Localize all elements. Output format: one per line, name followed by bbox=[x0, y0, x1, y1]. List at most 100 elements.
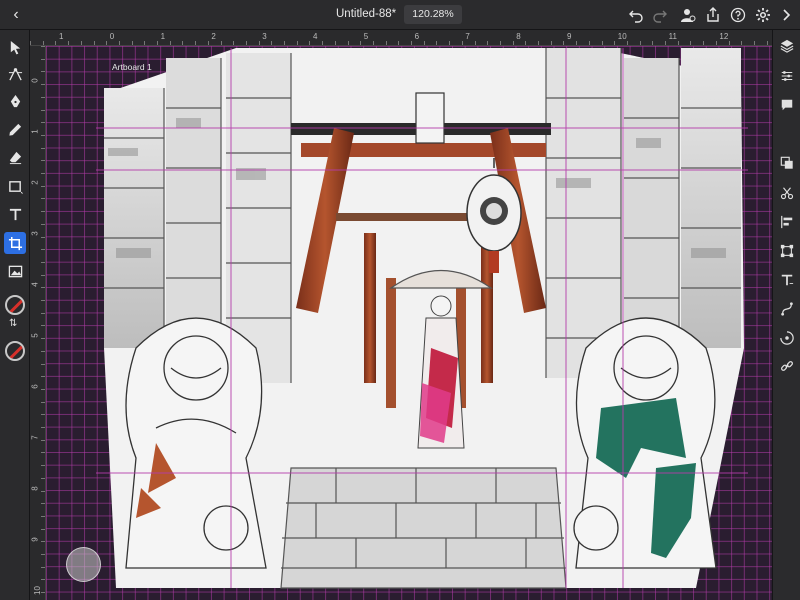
place-image-icon[interactable] bbox=[4, 260, 26, 282]
ruler-tick bbox=[652, 41, 654, 45]
ruler-label: 11 bbox=[668, 32, 677, 41]
ruler-tick bbox=[322, 41, 324, 45]
top-bar: ‹ Untitled-88* 120.28% bbox=[0, 0, 800, 30]
ruler-tick bbox=[41, 401, 45, 403]
pencil-tool-icon[interactable] bbox=[4, 118, 26, 140]
ruler-tick bbox=[512, 41, 514, 45]
repeat-grid-icon[interactable] bbox=[778, 329, 796, 347]
node-tool-icon[interactable] bbox=[4, 63, 26, 85]
duplicate-icon[interactable] bbox=[778, 154, 796, 172]
comments-icon[interactable] bbox=[778, 96, 796, 114]
link-icon[interactable] bbox=[778, 357, 796, 375]
ruler-tick bbox=[41, 388, 45, 390]
swap-colors-icon[interactable]: ⇅ bbox=[9, 318, 17, 329]
ruler-tick bbox=[461, 41, 463, 45]
ruler-tick bbox=[41, 363, 45, 365]
ruler-tick bbox=[614, 41, 616, 45]
vertical-ruler[interactable]: 0 1 2 3 4 5 6 7 8 9 10 bbox=[30, 46, 46, 600]
fill-color-swatch[interactable] bbox=[5, 295, 25, 315]
collapse-panel-icon[interactable] bbox=[776, 5, 796, 25]
left-toolbar: ⇅ bbox=[0, 30, 30, 600]
ruler-tick bbox=[157, 41, 158, 45]
ruler-tick bbox=[41, 528, 45, 530]
ruler-tick bbox=[41, 96, 45, 98]
ruler-tick bbox=[499, 41, 501, 45]
help-icon[interactable] bbox=[728, 5, 748, 25]
artboard-label[interactable]: Artboard 1 bbox=[112, 62, 152, 72]
path-curve-icon[interactable] bbox=[778, 300, 796, 318]
ruler-tick bbox=[42, 41, 44, 45]
text-properties-icon[interactable] bbox=[778, 271, 796, 289]
stone-stairs bbox=[280, 467, 567, 589]
ruler-tick bbox=[41, 477, 45, 479]
ruler-label: 5 bbox=[363, 32, 369, 41]
eraser-tool-icon[interactable] bbox=[4, 146, 26, 168]
ruler-tick bbox=[80, 41, 82, 45]
rectangle-shape-icon[interactable] bbox=[4, 175, 26, 197]
ruler-tick bbox=[41, 84, 45, 86]
zoom-level[interactable]: 120.28% bbox=[404, 5, 462, 24]
type-tool-icon[interactable] bbox=[4, 203, 26, 225]
horizontal-ruler[interactable]: 1 0 1 2 3 4 5 6 7 8 9 10 11 12 bbox=[30, 30, 772, 46]
ruler-tick bbox=[41, 515, 45, 517]
ruler-tick bbox=[41, 338, 45, 340]
ruler-label: 1 bbox=[59, 32, 64, 41]
artwork-shrine-illustration[interactable] bbox=[96, 48, 748, 589]
ruler-tick bbox=[131, 41, 133, 45]
ruler-label: 0 bbox=[30, 78, 40, 83]
ruler-tick bbox=[41, 566, 45, 568]
ruler-label: 4 bbox=[30, 282, 40, 287]
ruler-tick bbox=[68, 41, 70, 45]
ruler-tick bbox=[41, 160, 45, 162]
redo-icon[interactable] bbox=[650, 5, 670, 25]
ruler-tick bbox=[284, 41, 285, 45]
ruler-tick bbox=[41, 579, 45, 581]
undo-icon[interactable] bbox=[626, 5, 646, 25]
export-icon[interactable] bbox=[703, 5, 723, 25]
ruler-tick bbox=[563, 41, 565, 45]
share-user-icon[interactable] bbox=[678, 5, 698, 25]
ruler-tick bbox=[449, 41, 451, 45]
ruler-label: 1 bbox=[30, 129, 40, 134]
ruler-tick bbox=[41, 287, 45, 289]
ruler-tick bbox=[41, 312, 45, 314]
ruler-label: 3 bbox=[262, 32, 267, 41]
ruler-tick bbox=[93, 41, 95, 45]
stroke-color-swatch[interactable] bbox=[5, 341, 25, 361]
ruler-tick bbox=[41, 554, 45, 555]
ruler-tick bbox=[41, 376, 45, 378]
quick-shortcut-button[interactable] bbox=[66, 547, 101, 582]
settings-gear-icon[interactable] bbox=[753, 5, 773, 25]
ruler-tick bbox=[309, 41, 311, 45]
ruler-tick bbox=[41, 134, 45, 136]
cut-scissors-icon[interactable] bbox=[778, 184, 796, 202]
ruler-tick bbox=[525, 41, 527, 45]
ruler-tick bbox=[41, 503, 45, 505]
pen-tool-icon[interactable] bbox=[4, 90, 26, 112]
ruler-tick bbox=[41, 325, 45, 327]
ruler-label: 2 bbox=[211, 32, 216, 41]
ruler-tick bbox=[41, 249, 45, 251]
align-icon[interactable] bbox=[778, 213, 796, 231]
properties-sliders-icon[interactable] bbox=[778, 67, 796, 85]
ruler-label: 4 bbox=[313, 32, 318, 41]
layers-icon[interactable] bbox=[778, 37, 796, 55]
ruler-tick bbox=[550, 41, 552, 45]
ruler-tick bbox=[220, 41, 222, 45]
ruler-tick bbox=[665, 41, 666, 45]
transform-icon[interactable] bbox=[778, 242, 796, 260]
ruler-label: 5 bbox=[30, 333, 40, 338]
select-arrow-icon[interactable] bbox=[4, 36, 26, 58]
ruler-tick bbox=[41, 58, 45, 60]
ruler-tick bbox=[195, 41, 197, 45]
ruler-tick bbox=[41, 274, 45, 276]
crop-tool-icon[interactable] bbox=[4, 232, 26, 254]
ruler-label: 1 bbox=[160, 32, 166, 41]
ruler-tick bbox=[41, 122, 45, 124]
ruler-tick bbox=[766, 41, 768, 45]
ruler-tick bbox=[207, 41, 209, 45]
document-title[interactable]: Untitled-88* bbox=[336, 8, 396, 20]
ruler-label: 9 bbox=[30, 537, 40, 542]
ruler-tick bbox=[41, 109, 45, 111]
back-chevron-icon[interactable]: ‹ bbox=[6, 5, 26, 25]
